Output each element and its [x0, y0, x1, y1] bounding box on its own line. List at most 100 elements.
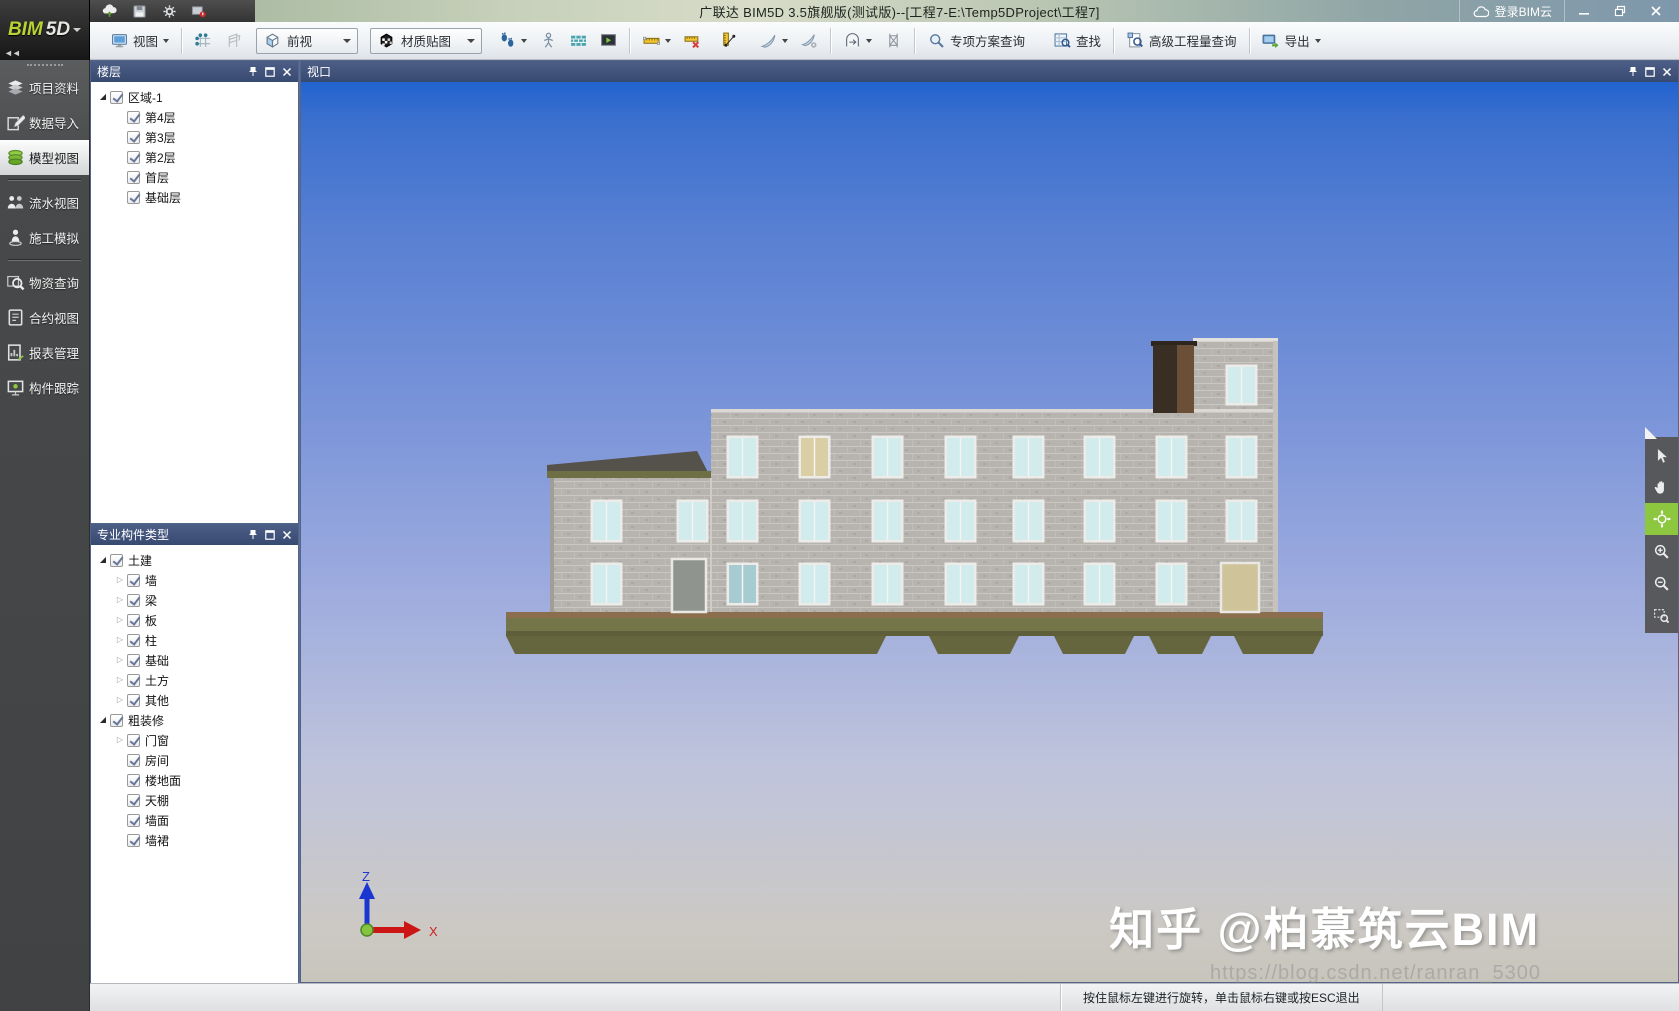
maximize-icon[interactable]: [264, 529, 275, 540]
measure-angle-button[interactable]: [713, 26, 743, 56]
tree-checkbox[interactable]: [127, 834, 140, 847]
view-button[interactable]: 视图: [104, 26, 175, 56]
cloud-upload-icon[interactable]: [100, 3, 118, 19]
tree-checkbox[interactable]: [127, 191, 140, 204]
arc-door-button[interactable]: [837, 26, 878, 56]
tree-item[interactable]: ▷门窗: [91, 730, 298, 750]
zoom-in-button[interactable]: [1645, 535, 1678, 567]
tree-item[interactable]: ◢土建: [91, 550, 298, 570]
grid-axis-button[interactable]: [188, 26, 218, 56]
pin-icon[interactable]: [247, 66, 258, 77]
tree-checkbox[interactable]: [127, 171, 140, 184]
tree-expander-icon[interactable]: ◢: [96, 87, 110, 107]
tree-checkbox[interactable]: [110, 554, 123, 567]
wall-display-button[interactable]: [563, 26, 593, 56]
viewport-display-button[interactable]: [593, 26, 623, 56]
sidebar-item-track[interactable]: 构件跟踪: [0, 370, 89, 405]
collapse-sidebar-icon[interactable]: ◄◄: [4, 48, 20, 58]
measure-distance-button[interactable]: [636, 26, 677, 56]
tree-checkbox[interactable]: [127, 734, 140, 747]
tree-item[interactable]: ▷柱: [91, 630, 298, 650]
export-button[interactable]: 导出: [1256, 26, 1327, 56]
tree-checkbox[interactable]: [110, 91, 123, 104]
tree-expander-icon[interactable]: ▷: [113, 610, 127, 630]
tree-expander-icon[interactable]: ◢: [96, 710, 110, 730]
sidebar-item-contract[interactable]: 合约视图: [0, 300, 89, 335]
tree-item[interactable]: ▷土方: [91, 670, 298, 690]
tree-item[interactable]: 第4层: [91, 107, 298, 127]
tree-expander-icon[interactable]: ▷: [113, 730, 127, 750]
tree-item[interactable]: 楼地面: [91, 770, 298, 790]
tree-checkbox[interactable]: [127, 694, 140, 707]
tree-item[interactable]: 天棚: [91, 790, 298, 810]
maximize-icon[interactable]: [1644, 66, 1655, 77]
bim5d-logo[interactable]: BIM 5D ◄◄: [0, 0, 90, 60]
select-cursor-button[interactable]: [1645, 439, 1678, 471]
tree-checkbox[interactable]: [127, 594, 140, 607]
tree-item[interactable]: 第3层: [91, 127, 298, 147]
tree-checkbox[interactable]: [127, 574, 140, 587]
walkthrough-button[interactable]: [533, 26, 563, 56]
tree-expander-icon[interactable]: ▷: [113, 670, 127, 690]
save-icon[interactable]: [130, 3, 148, 19]
restore-button[interactable]: [1603, 1, 1637, 21]
tree-item[interactable]: 第2层: [91, 147, 298, 167]
roam-button[interactable]: [492, 26, 533, 56]
sidebar-item-books[interactable]: 项目资料: [0, 70, 89, 105]
minimize-button[interactable]: [1567, 1, 1601, 21]
sidebar-item-sim[interactable]: 施工模拟: [0, 220, 89, 255]
find-button[interactable]: 查找: [1047, 26, 1107, 56]
tree-item[interactable]: ◢粗装修: [91, 710, 298, 730]
sidebar-item-import[interactable]: 数据导入: [0, 105, 89, 140]
settings-gear-icon[interactable]: [160, 3, 178, 19]
zoom-window-button[interactable]: [1645, 599, 1678, 631]
tree-checkbox[interactable]: [127, 754, 140, 767]
pan-hand-button[interactable]: [1645, 471, 1678, 503]
material-map-dropdown[interactable]: 材质贴图: [370, 28, 482, 54]
tree-expander-icon[interactable]: ◢: [96, 550, 110, 570]
close-icon[interactable]: [1661, 66, 1672, 77]
advanced-quantity-query-button[interactable]: 高级工程量查询: [1120, 26, 1243, 56]
special-plan-query-button[interactable]: 专项方案查询: [921, 26, 1031, 56]
tree-item[interactable]: 墙裙: [91, 830, 298, 850]
tree-expander-icon[interactable]: ▷: [113, 650, 127, 670]
tree-expander-icon[interactable]: ▷: [113, 630, 127, 650]
scaffold-button[interactable]: [878, 26, 908, 56]
close-icon[interactable]: [281, 66, 292, 77]
maximize-icon[interactable]: [264, 66, 275, 77]
tree-item[interactable]: 房间: [91, 750, 298, 770]
sidebar-item-report[interactable]: 报表管理: [0, 335, 89, 370]
tree-checkbox[interactable]: [127, 674, 140, 687]
tree-expander-icon[interactable]: ▷: [113, 590, 127, 610]
tree-checkbox[interactable]: [127, 774, 140, 787]
tree-checkbox[interactable]: [127, 814, 140, 827]
tree-item[interactable]: 基础层: [91, 187, 298, 207]
tree-item[interactable]: 墙面: [91, 810, 298, 830]
pin-icon[interactable]: [247, 529, 258, 540]
tree-checkbox[interactable]: [127, 794, 140, 807]
close-icon[interactable]: [281, 529, 292, 540]
tree-checkbox[interactable]: [127, 111, 140, 124]
tree-item[interactable]: 首层: [91, 167, 298, 187]
pin-icon[interactable]: [1627, 66, 1638, 77]
tree-item[interactable]: ▷梁: [91, 590, 298, 610]
tree-expander-icon[interactable]: ▷: [113, 690, 127, 710]
clear-measure-button[interactable]: [677, 26, 707, 56]
sidebar-item-search[interactable]: 物资查询: [0, 265, 89, 300]
sidebar-item-model[interactable]: 模型视图: [0, 140, 89, 175]
section-settings-button[interactable]: [794, 26, 824, 56]
tree-item[interactable]: ▷基础: [91, 650, 298, 670]
close-button[interactable]: [1639, 1, 1673, 21]
tree-item[interactable]: ◢区域-1: [91, 87, 298, 107]
zoom-out-button[interactable]: [1645, 567, 1678, 599]
3d-canvas[interactable]: Z X 知乎 @柏慕筑云BIM: [301, 82, 1678, 982]
section-cut-button[interactable]: [753, 26, 794, 56]
tree-item[interactable]: ▷其他: [91, 690, 298, 710]
login-bim-cloud-button[interactable]: 登录BIM云: [1459, 0, 1565, 22]
orbit-rotate-button[interactable]: [1645, 503, 1678, 535]
sidebar-grip[interactable]: [27, 64, 63, 66]
sidebar-item-flow[interactable]: 流水视图: [0, 185, 89, 220]
tree-checkbox[interactable]: [127, 654, 140, 667]
tree-checkbox[interactable]: [127, 614, 140, 627]
view-direction-dropdown[interactable]: 前视: [256, 28, 358, 54]
